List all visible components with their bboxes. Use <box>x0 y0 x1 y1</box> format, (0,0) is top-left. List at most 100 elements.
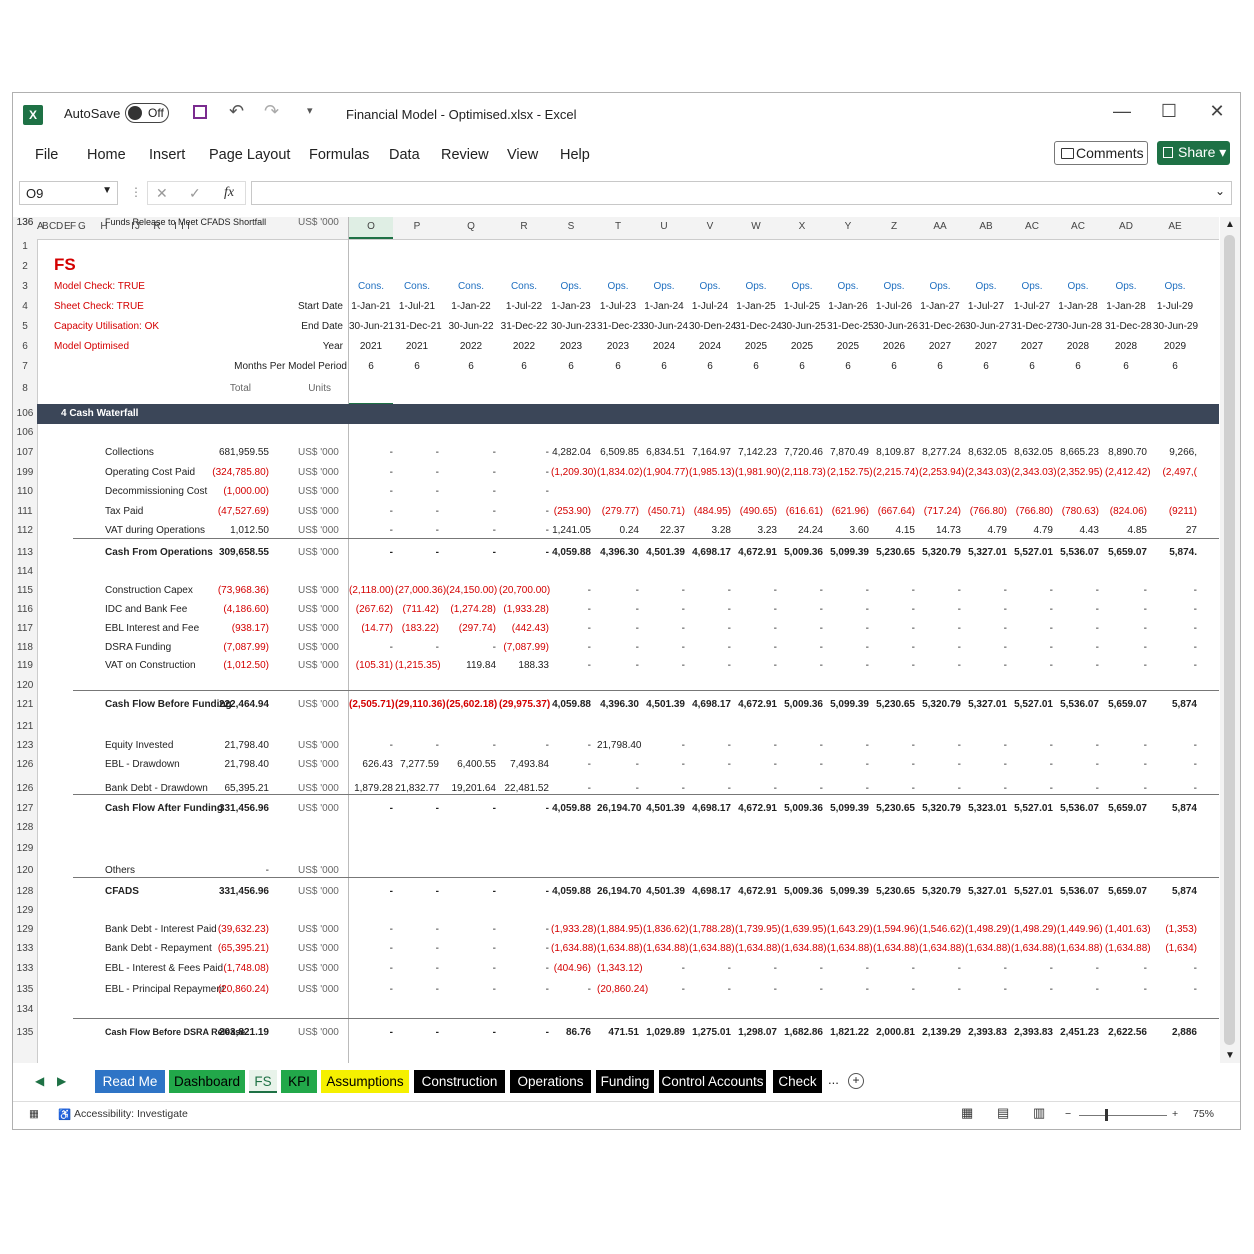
row-number[interactable]: 5 <box>13 321 37 332</box>
data-cell[interactable]: - <box>349 740 393 751</box>
period-months[interactable]: 6 <box>551 361 591 372</box>
tab-scroll-right-icon[interactable]: ▶ <box>57 1074 66 1088</box>
data-cell[interactable]: - <box>1057 740 1099 751</box>
data-cell[interactable]: 7,164.97 <box>689 447 731 458</box>
data-cell[interactable]: - <box>1011 623 1053 634</box>
data-cell[interactable]: - <box>827 604 869 615</box>
data-cell[interactable]: - <box>499 506 549 517</box>
data-cell[interactable]: - <box>1057 783 1099 794</box>
data-cell[interactable]: (1,643.29) <box>827 924 873 935</box>
data-cell[interactable]: - <box>827 759 869 770</box>
data-cell[interactable]: - <box>1153 623 1197 634</box>
data-cell[interactable]: 5,874 <box>1153 886 1197 897</box>
row-total[interactable]: (324,785.80) <box>193 467 269 478</box>
data-cell[interactable]: 7,277.59 <box>395 759 439 770</box>
sheet-tab-read-me[interactable]: Read Me <box>95 1070 165 1093</box>
data-cell[interactable]: (766.80) <box>1011 506 1053 517</box>
data-cell[interactable]: 4.85 <box>1105 525 1147 536</box>
period-months[interactable]: 6 <box>1057 361 1099 372</box>
data-cell[interactable]: - <box>551 604 591 615</box>
data-cell[interactable]: (2,253.94) <box>919 467 965 478</box>
period-phase[interactable]: Cons. <box>395 281 439 292</box>
data-cell[interactable]: - <box>395 467 439 478</box>
period-months[interactable]: 6 <box>873 361 915 372</box>
data-cell[interactable]: - <box>597 759 639 770</box>
data-cell[interactable]: - <box>446 547 496 558</box>
data-cell[interactable]: (1,834.02) <box>597 467 643 478</box>
data-cell[interactable]: (1,933.28) <box>551 924 597 935</box>
column-header[interactable]: AE <box>1153 221 1197 237</box>
row-number[interactable]: 134 <box>13 1004 37 1015</box>
data-cell[interactable]: (267.62) <box>349 604 393 615</box>
data-cell[interactable]: - <box>781 984 823 995</box>
row-number[interactable]: 117 <box>13 623 37 634</box>
period-year[interactable]: 2021 <box>395 341 439 352</box>
data-cell[interactable]: (1,788.28) <box>689 924 735 935</box>
data-cell[interactable]: (711.42) <box>395 604 439 615</box>
data-cell[interactable]: 4.79 <box>965 525 1007 536</box>
data-cell[interactable]: 8,277.24 <box>919 447 961 458</box>
period-year[interactable]: 2022 <box>446 341 496 352</box>
page-break-view-icon[interactable]: ▥ <box>1033 1105 1045 1121</box>
data-cell[interactable]: 5,527.01 <box>1011 699 1053 710</box>
data-cell[interactable]: (24,150.00) <box>446 585 497 596</box>
data-cell[interactable]: 19,201.64 <box>446 783 497 794</box>
column-header[interactable]: F <box>70 221 76 237</box>
period-year[interactable]: 2023 <box>597 341 639 352</box>
period-end[interactable]: 31-Dec-25 <box>827 321 874 332</box>
period-start[interactable]: 1-Jul-26 <box>873 301 915 312</box>
row-total[interactable]: 21,798.40 <box>193 740 270 751</box>
data-cell[interactable]: - <box>1153 740 1197 751</box>
data-cell[interactable]: - <box>781 740 823 751</box>
data-cell[interactable]: (1,933.28) <box>499 604 549 615</box>
close-icon[interactable]: ✕ <box>1202 101 1232 122</box>
period-year[interactable]: 2028 <box>1057 341 1099 352</box>
data-cell[interactable]: - <box>919 740 961 751</box>
data-cell[interactable]: - <box>551 783 591 794</box>
data-cell[interactable]: - <box>919 585 961 596</box>
column-header[interactable]: Z <box>873 221 915 237</box>
data-cell[interactable]: - <box>781 604 823 615</box>
data-cell[interactable]: - <box>395 984 439 995</box>
period-year[interactable]: 2025 <box>735 341 777 352</box>
data-cell[interactable]: 22.37 <box>643 525 685 536</box>
data-cell[interactable]: (2,343.03) <box>1011 467 1057 478</box>
zoom-slider[interactable] <box>1079 1115 1167 1116</box>
data-cell[interactable]: - <box>499 547 549 558</box>
sheet-tab-check[interactable]: Check <box>773 1070 822 1093</box>
row-number[interactable]: 7 <box>13 361 37 372</box>
data-cell[interactable]: 5,323.01 <box>965 803 1007 814</box>
data-cell[interactable]: - <box>965 759 1007 770</box>
period-months[interactable]: 6 <box>349 361 393 372</box>
data-cell[interactable]: 1,298.07 <box>735 1027 777 1038</box>
row-total[interactable]: 309,658.55 <box>193 547 269 558</box>
data-cell[interactable]: - <box>499 525 549 536</box>
formula-input[interactable]: ⌄ <box>251 181 1232 205</box>
data-cell[interactable]: (1,634.88) <box>1011 943 1057 954</box>
data-cell[interactable]: 5,009.36 <box>781 803 823 814</box>
data-cell[interactable]: (442.43) <box>499 623 549 634</box>
share-button[interactable]: Share ▾ <box>1157 141 1230 165</box>
data-cell[interactable]: - <box>1057 984 1099 995</box>
data-cell[interactable]: (1,634.88) <box>643 943 689 954</box>
data-cell[interactable]: 1,029.89 <box>643 1027 685 1038</box>
row-number[interactable]: 118 <box>13 642 37 653</box>
more-options-icon[interactable]: ⋮ <box>130 185 142 199</box>
data-cell[interactable]: 7,870.49 <box>827 447 869 458</box>
data-cell[interactable]: - <box>781 783 823 794</box>
row-number[interactable]: 121 <box>13 721 37 732</box>
data-cell[interactable]: - <box>873 642 915 653</box>
period-phase[interactable]: Ops. <box>597 281 639 292</box>
data-cell[interactable]: - <box>1057 585 1099 596</box>
period-phase[interactable]: Ops. <box>873 281 915 292</box>
data-cell[interactable]: - <box>446 963 496 974</box>
period-start[interactable]: 1-Jul-22 <box>499 301 549 312</box>
data-cell[interactable]: (20,700.00) <box>499 585 550 596</box>
column-header[interactable]: P <box>395 221 439 237</box>
period-start[interactable]: 1-Jul-27 <box>1011 301 1053 312</box>
data-cell[interactable]: - <box>689 740 731 751</box>
data-cell[interactable]: 119.84 <box>446 660 496 671</box>
data-cell[interactable]: (14.77) <box>349 623 393 634</box>
period-phase[interactable]: Cons. <box>446 281 496 292</box>
menu-home[interactable]: Home <box>87 147 126 163</box>
